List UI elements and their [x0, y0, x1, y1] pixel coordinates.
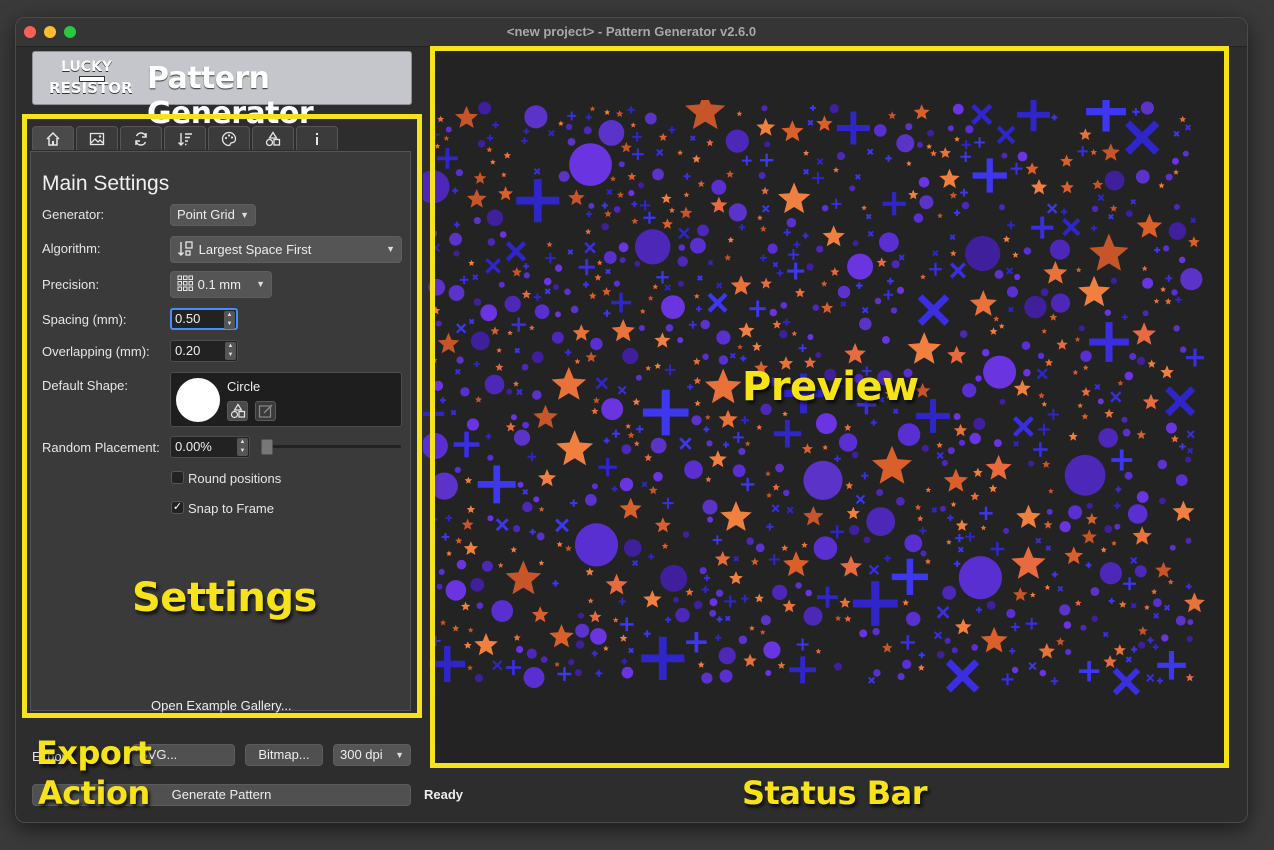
preview-annotation-label: Preview — [742, 364, 919, 410]
status-bar-annotation-label: Status Bar — [742, 774, 927, 812]
window-title: <new project> - Pattern Generator v2.6.0 — [506, 24, 757, 39]
action-annotation-label: Action — [38, 774, 150, 812]
dpi-value: 300 dpi — [340, 747, 383, 762]
title-bar: <new project> - Pattern Generator v2.6.0 — [16, 18, 1247, 47]
chevron-down-icon: ▼ — [395, 750, 404, 760]
logo-brand-line2: RESISTOR — [49, 79, 133, 97]
export-bitmap-button[interactable]: Bitmap... — [245, 744, 323, 766]
logo-brand-line1: LUCKY — [61, 59, 113, 75]
app-logo: LUCKY RESISTOR Pattern Generator — [32, 51, 412, 131]
export-annotation-label: Export — [36, 734, 152, 772]
settings-annotation-label: Settings — [132, 575, 317, 621]
status-text: Ready — [424, 787, 464, 802]
dpi-select[interactable]: 300 dpi ▼ — [333, 744, 411, 766]
settings-annotation-box — [22, 114, 422, 718]
